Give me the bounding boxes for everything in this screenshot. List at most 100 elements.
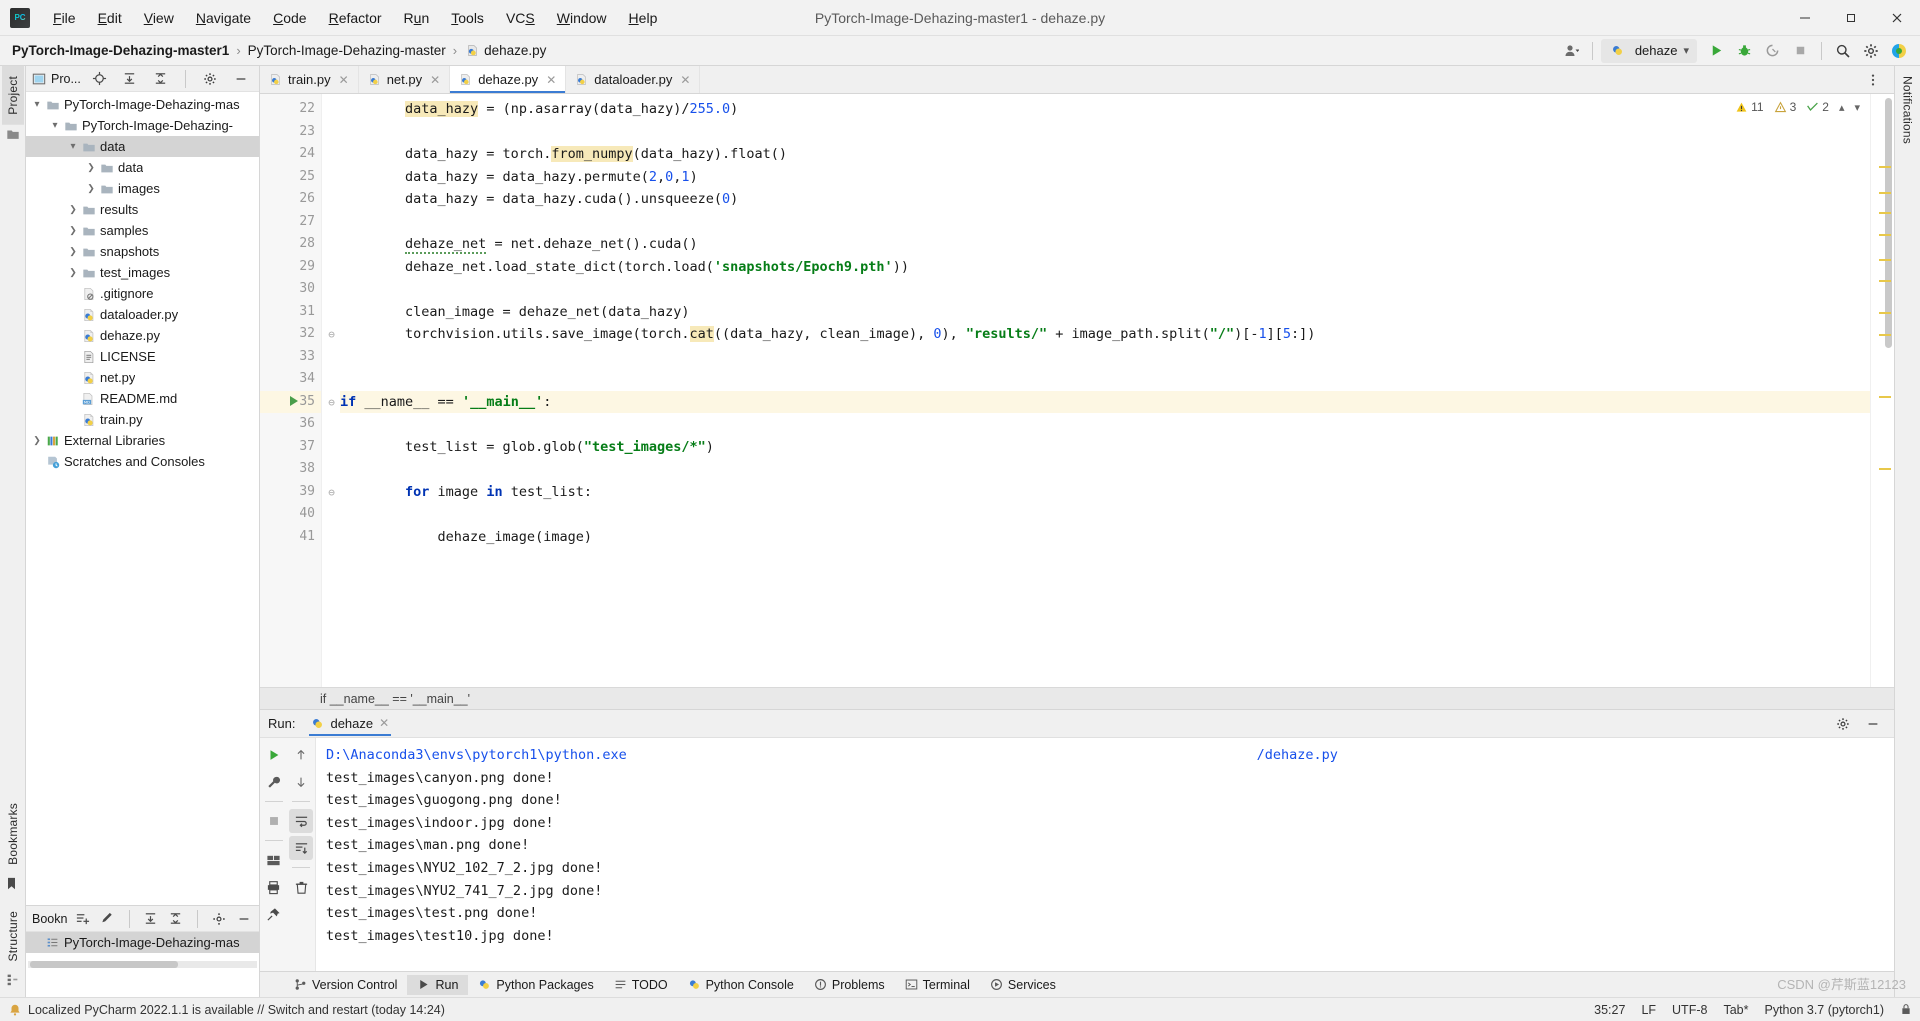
code-line[interactable]: dehaze_net = net.dehaze_net().cuda(): [340, 233, 1870, 256]
code-line[interactable]: clean_image = dehaze_net(data_hazy): [340, 301, 1870, 324]
bottom-tab-problems[interactable]: Problems: [804, 975, 895, 995]
code-line[interactable]: torchvision.utils.save_image(torch.cat((…: [340, 323, 1870, 346]
tree-node-dehaze-py[interactable]: dehaze.py: [26, 325, 259, 346]
settings-icon[interactable]: [1830, 712, 1856, 736]
editor-tab-dataloader[interactable]: dataloader.py ✕: [566, 66, 701, 93]
chevron-right-icon[interactable]: ❯: [84, 162, 98, 173]
menu-file[interactable]: File: [42, 6, 87, 30]
tree-node-data[interactable]: ❯ data: [26, 157, 259, 178]
close-icon[interactable]: ✕: [546, 73, 556, 87]
tree-node-test-images[interactable]: ❯ test_images: [26, 262, 259, 283]
breadcrumb-module[interactable]: PyTorch-Image-Dehazing-master: [248, 43, 446, 58]
indent-setting[interactable]: Tab*: [1723, 1003, 1748, 1017]
line-number[interactable]: 37: [260, 436, 321, 459]
chevron-right-icon[interactable]: ❯: [66, 267, 80, 278]
line-number[interactable]: 28: [260, 233, 321, 256]
chevron-down-icon[interactable]: ▾: [48, 120, 62, 131]
code-line[interactable]: dehaze_net.load_state_dict(torch.load('s…: [340, 256, 1870, 279]
menu-help[interactable]: Help: [618, 6, 669, 30]
minimize-button[interactable]: [1782, 0, 1828, 36]
scroll-down-icon[interactable]: [289, 770, 313, 794]
menu-edit[interactable]: Edit: [87, 6, 133, 30]
line-number[interactable]: 24: [260, 143, 321, 166]
menu-view[interactable]: View: [133, 6, 185, 30]
clear-all-icon[interactable]: [289, 875, 313, 899]
line-number[interactable]: 31: [260, 301, 321, 324]
sidebar-tab-bookmarks[interactable]: Bookmarks: [2, 793, 24, 875]
sidebar-tab-notifications[interactable]: Notifications: [1897, 66, 1919, 154]
code-line[interactable]: data_hazy = torch.from_numpy(data_hazy).…: [340, 143, 1870, 166]
code-line[interactable]: data_hazy = data_hazy.permute(2,0,1): [340, 166, 1870, 189]
locate-icon[interactable]: [87, 67, 112, 91]
run-icon[interactable]: [1703, 39, 1729, 63]
gear-icon[interactable]: [198, 67, 223, 91]
prev-problem-icon[interactable]: ▴: [1839, 101, 1845, 114]
tree-node-external-libraries[interactable]: ❯ External Libraries: [26, 430, 259, 451]
code-line[interactable]: [340, 211, 1870, 234]
line-number[interactable]: 40: [260, 503, 321, 526]
project-tool-title[interactable]: Pro...: [32, 72, 81, 86]
code-line[interactable]: [340, 346, 1870, 369]
line-number[interactable]: 34: [260, 368, 321, 391]
notification-icon[interactable]: [8, 1003, 22, 1017]
scroll-to-end-icon[interactable]: [289, 836, 314, 860]
tree-node-images[interactable]: ❯ images: [26, 178, 259, 199]
debug-icon[interactable]: [1731, 39, 1757, 63]
line-number[interactable]: 32 ⊖: [260, 323, 334, 346]
chevron-right-icon[interactable]: ❯: [30, 435, 44, 446]
close-icon[interactable]: ✕: [339, 73, 349, 87]
user-icon[interactable]: [1558, 39, 1584, 63]
tree-node-net-py[interactable]: net.py: [26, 367, 259, 388]
run-configuration-selector[interactable]: dehaze ▾: [1600, 38, 1697, 63]
tree-node-train-py[interactable]: train.py: [26, 409, 259, 430]
chevron-right-icon[interactable]: ❯: [84, 183, 98, 194]
close-icon[interactable]: ✕: [680, 73, 690, 87]
hide-icon[interactable]: [228, 67, 253, 91]
menu-refactor[interactable]: Refactor: [318, 6, 393, 30]
soft-wrap-icon[interactable]: [289, 809, 314, 833]
bookmark-list-item[interactable]: PyTorch-Image-Dehazing-mas: [26, 932, 259, 953]
stop-icon[interactable]: [1787, 39, 1813, 63]
line-number[interactable]: 22: [260, 98, 321, 121]
chevron-down-icon[interactable]: ▾: [30, 99, 44, 110]
line-number[interactable]: 39 ⊖: [260, 481, 334, 504]
line-number[interactable]: 25: [260, 166, 321, 189]
menu-navigate[interactable]: Navigate: [185, 6, 262, 30]
code-line[interactable]: [340, 413, 1870, 436]
run-line-icon[interactable]: [290, 395, 298, 406]
weak-warning-count[interactable]: 3: [1774, 100, 1796, 114]
tree-node-snapshots[interactable]: ❯ snapshots: [26, 241, 259, 262]
chevron-down-icon[interactable]: ▾: [66, 141, 80, 152]
settings-icon[interactable]: [1858, 39, 1884, 63]
typo-count[interactable]: 2: [1806, 100, 1829, 114]
tree-node-readme-md[interactable]: MD README.md: [26, 388, 259, 409]
line-number[interactable]: 35 ⊖: [260, 390, 335, 413]
tree-node-pytorch-image-dehazing[interactable]: ▾ PyTorch-Image-Dehazing-: [26, 115, 259, 136]
breadcrumb-file[interactable]: dehaze.py: [484, 43, 546, 58]
breadcrumb-project[interactable]: PyTorch-Image-Dehazing-master1: [12, 43, 229, 58]
bottom-tab-run[interactable]: Run: [407, 974, 469, 995]
status-message[interactable]: Localized PyCharm 2022.1.1 is available …: [28, 1003, 445, 1017]
close-icon[interactable]: ✕: [430, 73, 440, 87]
bottom-tab-python-console[interactable]: Python Console: [678, 975, 804, 995]
line-number[interactable]: 30: [260, 278, 321, 301]
chevron-right-icon[interactable]: ❯: [66, 204, 80, 215]
wrench-icon[interactable]: [262, 770, 286, 794]
rerun-icon[interactable]: [262, 743, 286, 767]
menu-code[interactable]: Code: [262, 6, 317, 30]
code-line[interactable]: for image in test_list:: [340, 481, 1870, 504]
hide-icon[interactable]: [1860, 712, 1886, 736]
tree-node-results[interactable]: ❯ results: [26, 199, 259, 220]
menu-window[interactable]: Window: [546, 6, 618, 30]
tree-node-data[interactable]: ▾ data: [26, 136, 259, 157]
expand-all-icon[interactable]: [118, 67, 143, 91]
warning-count[interactable]: 11: [1735, 100, 1764, 114]
tree-node-dataloader-py[interactable]: dataloader.py: [26, 304, 259, 325]
code-line[interactable]: [340, 458, 1870, 481]
code-line[interactable]: data_hazy = (np.asarray(data_hazy)/255.0…: [340, 98, 1870, 121]
code-editor[interactable]: 22 23 24 25 26 27 28 29 30 31 32 ⊖ 33 34 35 ⊖ 36 37 38 39 ⊖ 4…: [260, 94, 1894, 687]
coverage-icon[interactable]: [1759, 39, 1785, 63]
line-number-gutter[interactable]: 22 23 24 25 26 27 28 29 30 31 32 ⊖ 33 34 35 ⊖ 36 37 38 39 ⊖ 4…: [260, 94, 335, 687]
maximize-button[interactable]: [1828, 0, 1874, 36]
menu-run[interactable]: Run: [393, 6, 441, 30]
